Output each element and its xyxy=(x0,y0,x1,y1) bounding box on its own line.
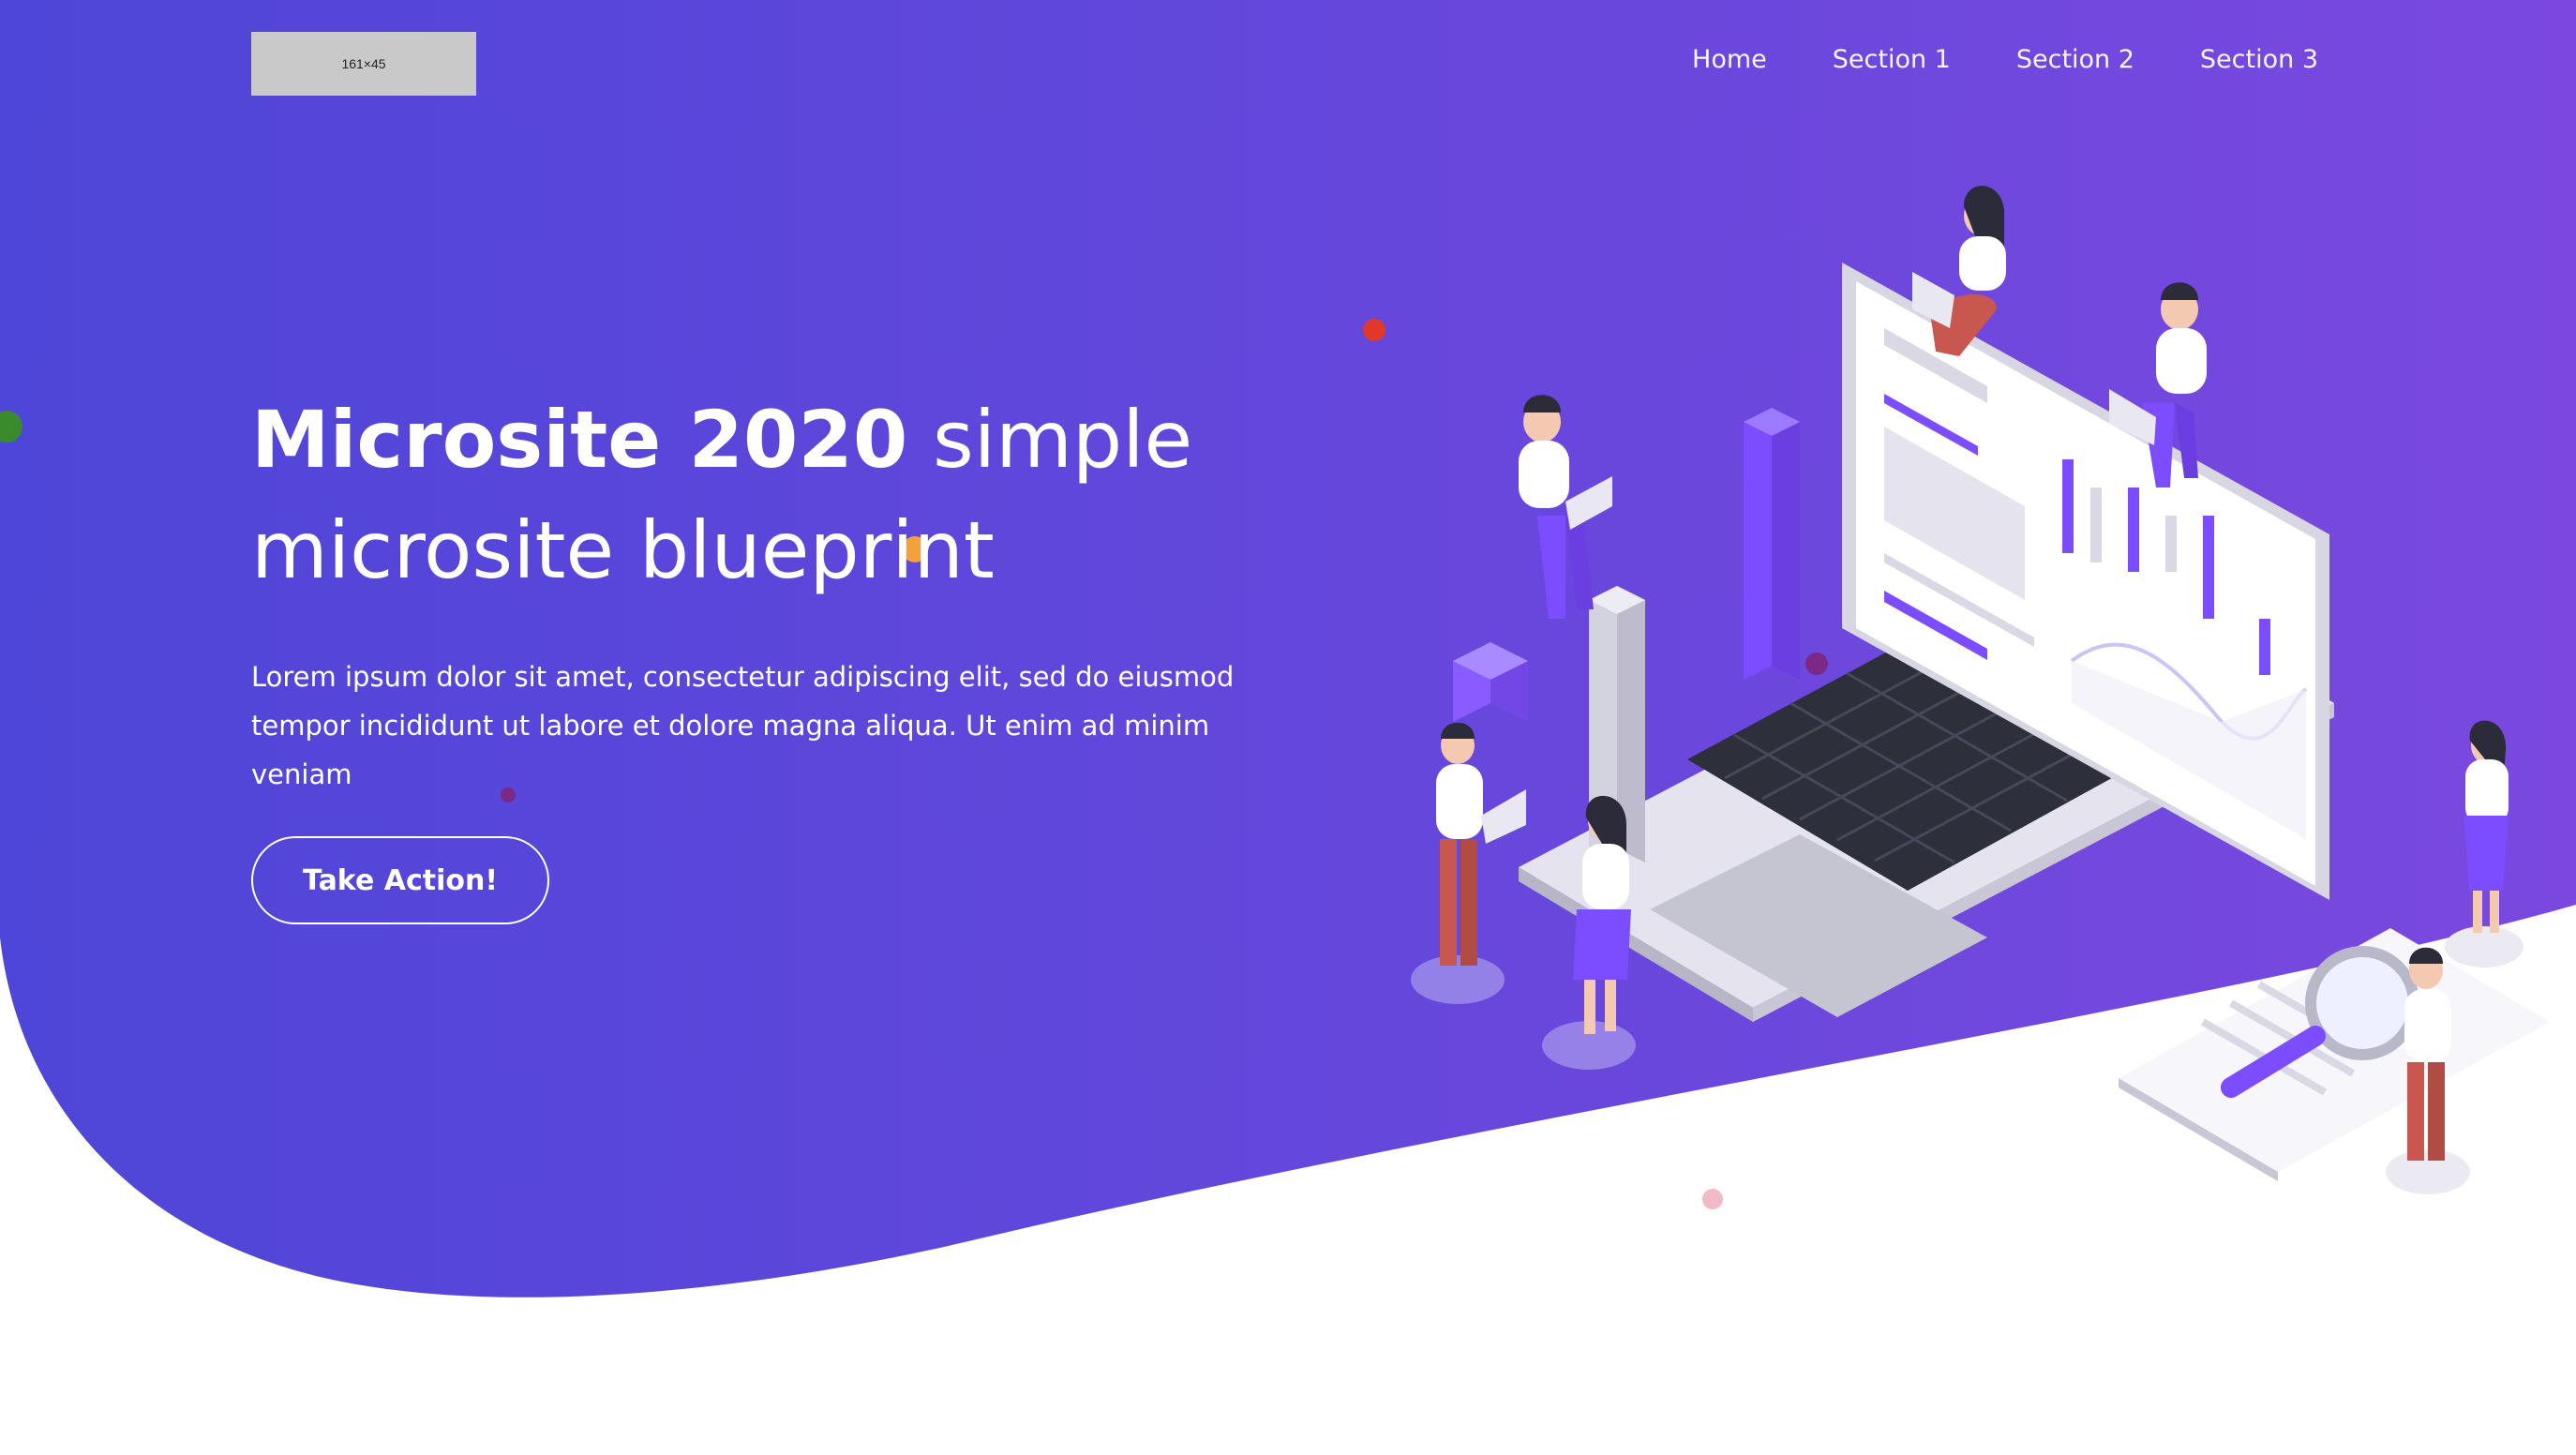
hero-title: Microsite 2020 simple microsite blueprin… xyxy=(251,384,1329,606)
hero-description: Lorem ipsum dolor sit amet, consectetur … xyxy=(251,661,1235,790)
page: 161×45 Home Section 1 Section 2 Section … xyxy=(0,0,2576,1455)
nav-link-home[interactable]: Home xyxy=(1692,45,1767,74)
hero-illustration xyxy=(1411,186,2550,1194)
nav-link-section-1[interactable]: Section 1 xyxy=(1833,45,1951,74)
person-sitting-left xyxy=(1519,395,1612,619)
logo-placeholder[interactable]: 161×45 xyxy=(251,32,476,96)
hero-title-bold: Microsite 2020 xyxy=(251,394,908,486)
main-nav: Home Section 1 Section 2 Section 3 xyxy=(1692,45,2318,74)
person-standing-right xyxy=(2445,720,2524,968)
take-action-button[interactable]: Take Action! xyxy=(251,836,549,924)
nav-link-section-3[interactable]: Section 3 xyxy=(2200,45,2318,74)
nav-link-section-2[interactable]: Section 2 xyxy=(2016,45,2134,74)
person-standing-left xyxy=(1411,722,1526,1004)
logo-placeholder-text: 161×45 xyxy=(341,56,386,71)
